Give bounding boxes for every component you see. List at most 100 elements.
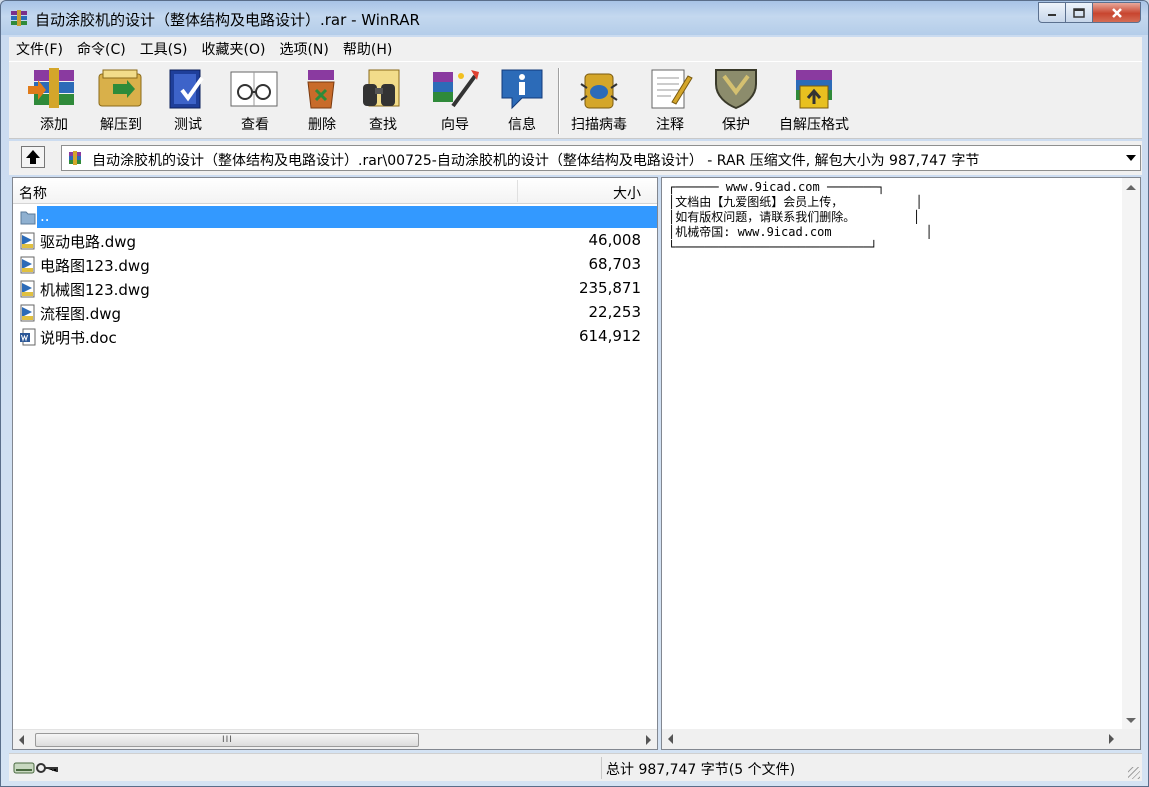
status-divider — [601, 757, 602, 779]
menu-tools[interactable]: 工具(S) — [133, 39, 195, 59]
add-button[interactable]: 添加 — [19, 66, 89, 136]
drive-and-key-icon — [13, 762, 58, 774]
delete-label: 删除 — [308, 117, 336, 133]
menu-help[interactable]: 帮助(H) — [336, 39, 399, 59]
parent-folder-name: .. — [39, 207, 51, 225]
test-icon — [169, 69, 204, 109]
scrollbar-thumb[interactable]: III — [35, 733, 419, 747]
menu-file[interactable]: 文件(F) — [9, 39, 70, 59]
table-row[interactable]: 机械图123.dwg 235,871 — [13, 277, 657, 301]
table-row[interactable]: 说明书.doc 614,912 — [13, 325, 657, 349]
scrollbar-corner — [1122, 729, 1140, 749]
extract-to-icon — [98, 69, 142, 107]
up-arrow-icon — [26, 150, 40, 164]
parent-folder-row[interactable]: .. — [13, 205, 657, 229]
scroll-up-icon[interactable] — [1126, 185, 1136, 190]
sfx-icon — [796, 70, 832, 109]
address-path: 自动涂胶机的设计（整体结构及电路设计）.rar\00725-自动涂胶机的设计（整… — [92, 153, 980, 169]
file-size: 235,871 — [578, 279, 641, 297]
minimize-icon — [1048, 13, 1056, 16]
protect-button[interactable]: 保护 — [701, 66, 771, 136]
close-button[interactable] — [1093, 2, 1141, 23]
archive-comment-text: ┌────── www.9icad.com ───────┐ │文档由【九爱图纸… — [668, 180, 933, 254]
address-dropdown-icon[interactable] — [1126, 155, 1136, 161]
view-label: 查看 — [241, 117, 269, 133]
test-label: 测试 — [174, 117, 202, 133]
table-row[interactable]: 驱动电路.dwg 46,008 — [13, 229, 657, 253]
menu-bar: 文件(F) 命令(C) 工具(S) 收藏夹(O) 选项(N) 帮助(H) — [9, 37, 1142, 61]
file-size: 68,703 — [588, 255, 642, 273]
maximize-button[interactable] — [1066, 2, 1093, 23]
find-button[interactable]: 查找 — [348, 66, 418, 136]
table-row[interactable]: 流程图.dwg 22,253 — [13, 301, 657, 325]
scroll-left-icon[interactable] — [668, 734, 673, 744]
file-name: 说明书.doc — [40, 329, 117, 347]
dwg-file-icon — [20, 256, 35, 274]
comment-pane: ┌────── www.9icad.com ───────┐ │文档由【九爱图纸… — [661, 177, 1141, 750]
word-doc-icon — [20, 328, 36, 346]
file-list: 名称 大小 .. 驱动电路.dwg 46,008 电路图123.dwg 68,7… — [12, 177, 658, 750]
status-summary: 总计 987,747 字节(5 个文件) — [606, 762, 796, 778]
dwg-file-icon — [20, 232, 35, 250]
comment-horizontal-scrollbar[interactable] — [662, 729, 1140, 749]
comment-label: 注释 — [656, 117, 684, 133]
add-archive-icon — [28, 68, 74, 108]
menu-commands[interactable]: 命令(C) — [70, 39, 133, 59]
comment-icon — [651, 69, 693, 109]
close-icon — [1111, 7, 1122, 18]
menu-options[interactable]: 选项(N) — [272, 39, 335, 59]
menu-favorites[interactable]: 收藏夹(O) — [195, 39, 273, 59]
up-folder-button[interactable] — [21, 146, 45, 168]
sfx-button[interactable]: 自解压格式 — [769, 66, 859, 136]
file-size: 46,008 — [588, 231, 642, 249]
column-header-size[interactable]: 大小 — [613, 183, 641, 203]
address-field[interactable]: 自动涂胶机的设计（整体结构及电路设计）.rar\00725-自动涂胶机的设计（整… — [61, 145, 1141, 171]
file-list-horizontal-scrollbar[interactable]: III — [13, 729, 657, 749]
virus-scan-icon — [580, 73, 618, 109]
window-title: 自动涂胶机的设计（整体结构及电路设计）.rar - WinRAR — [35, 11, 420, 29]
delete-icon — [307, 70, 335, 109]
status-bar: 总计 987,747 字节(5 个文件) — [9, 753, 1142, 781]
column-header-name[interactable]: 名称 — [19, 183, 47, 203]
winrar-app-icon — [11, 10, 27, 26]
wizard-icon — [433, 70, 479, 108]
file-size: 22,253 — [588, 303, 642, 321]
scroll-left-icon[interactable] — [19, 735, 24, 745]
wizard-label: 向导 — [441, 117, 469, 133]
view-icon — [230, 71, 278, 107]
test-button[interactable]: 测试 — [153, 66, 223, 136]
wizard-button[interactable]: 向导 — [420, 66, 490, 136]
extract-to-label: 解压到 — [100, 117, 142, 133]
folder-icon — [20, 211, 36, 225]
file-name: 流程图.dwg — [40, 305, 122, 323]
scroll-right-icon[interactable] — [646, 735, 651, 745]
list-header: 名称 大小 — [13, 178, 657, 204]
add-label: 添加 — [40, 117, 68, 133]
dwg-file-icon — [20, 280, 35, 298]
toolbar-separator — [558, 68, 560, 134]
dwg-file-icon — [20, 304, 35, 322]
file-name: 驱动电路.dwg — [40, 233, 137, 251]
sfx-label: 自解压格式 — [779, 117, 849, 133]
column-divider[interactable] — [517, 180, 518, 202]
find-icon — [363, 69, 400, 107]
minimize-button[interactable] — [1038, 2, 1066, 23]
view-button[interactable]: 查看 — [220, 66, 290, 136]
table-row[interactable]: 电路图123.dwg 68,703 — [13, 253, 657, 277]
rar-archive-icon — [69, 151, 81, 165]
comment-vertical-scrollbar[interactable] — [1122, 178, 1140, 730]
maximize-icon — [1073, 7, 1085, 18]
extract-to-button[interactable]: 解压到 — [86, 66, 156, 136]
file-name: 电路图123.dwg — [40, 257, 150, 275]
resize-grip[interactable] — [1128, 767, 1140, 779]
virus-scan-button[interactable]: 扫描病毒 — [565, 66, 633, 136]
comment-button[interactable]: 注释 — [635, 66, 705, 136]
winrar-window: 自动涂胶机的设计（整体结构及电路设计）.rar - WinRAR 文件(F) 命… — [0, 0, 1149, 787]
address-bar-row: 自动涂胶机的设计（整体结构及电路设计）.rar\00725-自动涂胶机的设计（整… — [9, 141, 1142, 175]
info-button[interactable]: 信息 — [487, 66, 557, 136]
scroll-right-icon[interactable] — [1109, 734, 1114, 744]
find-label: 查找 — [369, 117, 397, 133]
delete-button[interactable]: 删除 — [287, 66, 357, 136]
scroll-down-icon[interactable] — [1126, 718, 1136, 723]
selection-highlight — [37, 206, 657, 228]
